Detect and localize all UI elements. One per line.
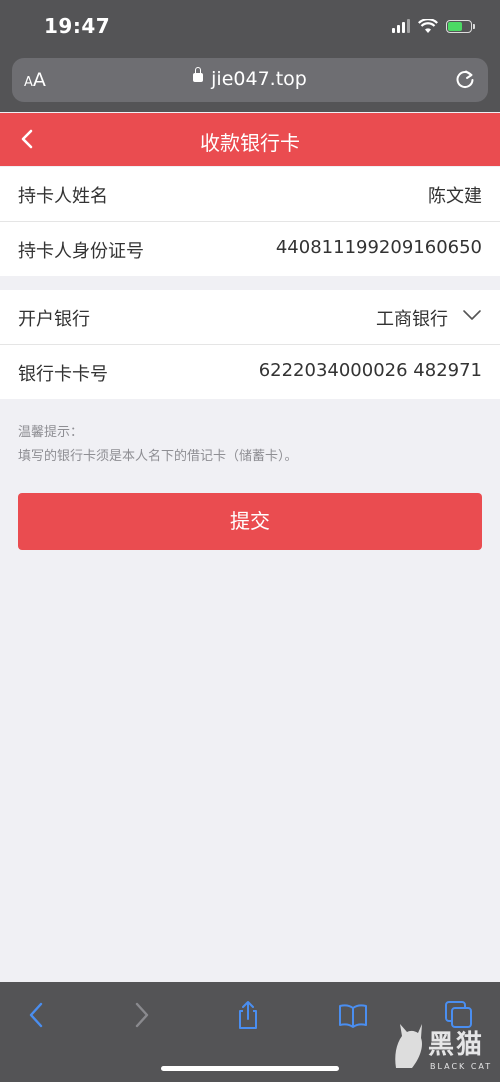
url-text: jie047.top [211,68,307,90]
back-icon[interactable] [22,1000,52,1030]
url-display[interactable]: jie047.top [12,67,488,90]
cardholder-id-row[interactable]: 持卡人身份证号 440811199209160650 [0,221,500,275]
status-icons [392,16,475,36]
bank-value: 工商银行 [376,309,448,330]
watermark: 黑猫 BLACK CAT [386,1000,500,1082]
black-cat-logo-icon [395,1024,422,1068]
chevron-down-icon[interactable] [462,308,482,322]
bank-select-row[interactable]: 开户银行 工商银行 [0,290,500,344]
bank-label: 开户银行 [18,309,90,330]
lock-icon [193,67,204,82]
status-time: 19:47 [44,14,111,38]
reload-icon[interactable] [454,68,476,90]
share-icon[interactable] [233,1000,263,1030]
cellular-signal-icon [392,19,410,33]
card-number-label: 银行卡卡号 [18,364,108,385]
tips-text: 填写的银行卡须是本人名下的借记卡（储蓄卡）。 [18,449,298,464]
cardholder-name-label: 持卡人姓名 [18,186,108,207]
watermark-cn: 黑猫 [428,1030,485,1060]
page-title: 收款银行卡 [200,131,300,155]
tips-title: 温馨提示： [18,425,84,440]
home-indicator [161,1066,339,1071]
page-header: 收款银行卡 [0,113,500,166]
card-holder-section: 持卡人姓名 陈文建 持卡人身份证号 440811199209160650 [0,167,500,276]
bank-section: 开户银行 工商银行 银行卡卡号 6222034000026 482971 [0,290,500,399]
card-number-row[interactable]: 银行卡卡号 6222034000026 482971 [0,344,500,398]
cardholder-id-value: 440811199209160650 [275,237,482,258]
tips: 温馨提示： 填写的银行卡须是本人名下的借记卡（储蓄卡）。 [18,421,298,469]
forward-icon[interactable] [126,1000,156,1030]
watermark-en: BLACK CAT [430,1062,493,1071]
address-bar[interactable]: AA jie047.top [12,58,488,102]
wifi-icon [418,18,438,33]
battery-icon [446,19,475,33]
card-number-value: 6222034000026 482971 [258,360,482,381]
bookmarks-icon[interactable] [338,1000,368,1030]
submit-button[interactable]: 提交 [18,493,482,550]
browser-top-chrome: 19:47 AA jie047.top [0,0,500,112]
cardholder-name-value: 陈文建 [428,186,482,207]
cardholder-id-label: 持卡人身份证号 [18,241,144,262]
cardholder-name-row[interactable]: 持卡人姓名 陈文建 [0,167,500,221]
